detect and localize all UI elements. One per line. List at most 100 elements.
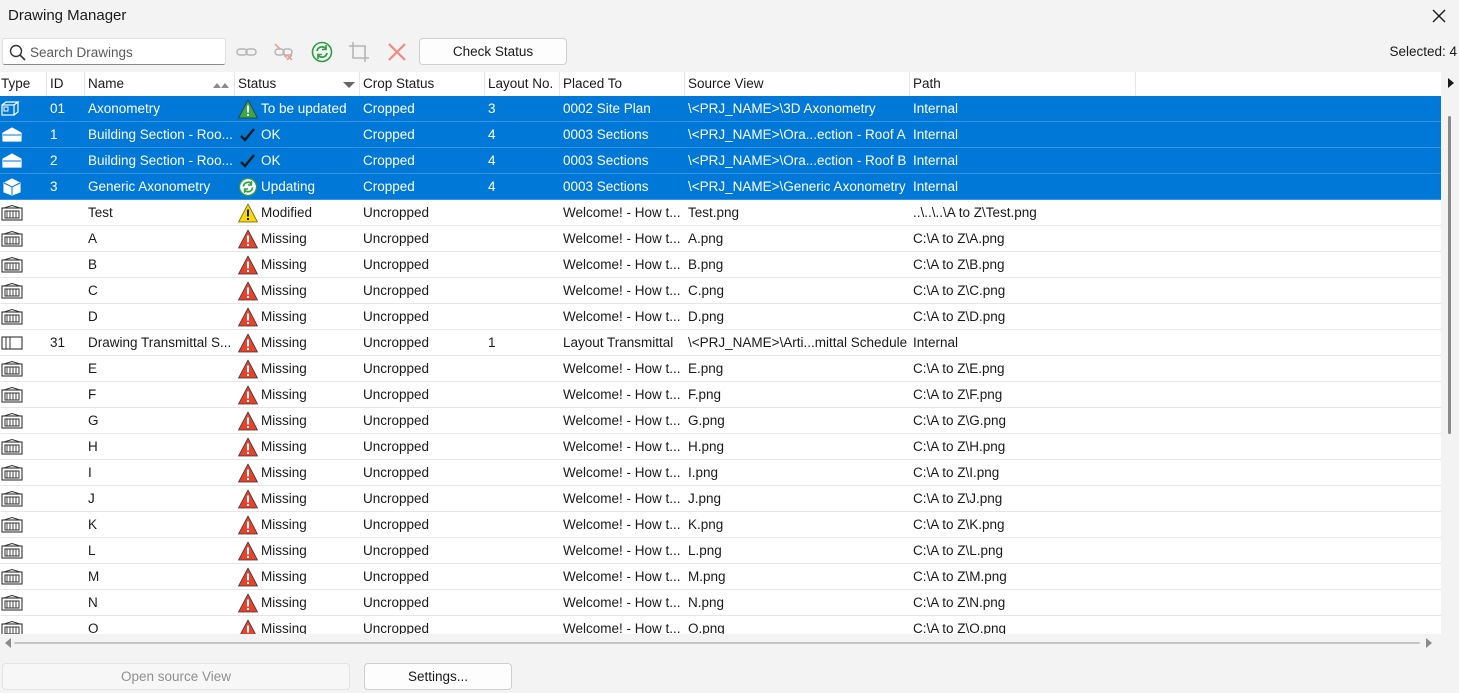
name-cell: C <box>88 283 98 298</box>
layout-no-cell <box>488 408 560 433</box>
placed-to-cell: Welcome! - How t... <box>563 205 681 220</box>
name-cell: F <box>88 387 97 402</box>
placed-to-cell: Welcome! - How t... <box>563 283 681 298</box>
source-view-cell: M.png <box>688 569 726 584</box>
table-row[interactable]: F Missing Uncropped Welcome! - How t... F.pn… <box>0 382 1441 408</box>
scroll-left-arrow-icon[interactable] <box>4 638 12 648</box>
crop-button[interactable] <box>347 40 371 64</box>
column-header-placed-to[interactable]: Placed To <box>560 72 685 96</box>
crop-status-cell: Uncropped <box>363 335 430 350</box>
layout-no-cell: 3 <box>488 101 496 116</box>
scroll-right-arrow-icon[interactable] <box>1448 78 1454 88</box>
table-row[interactable]: M Missing Uncropped Welcome! - How t... M.pn… <box>0 564 1441 590</box>
delete-button[interactable] <box>385 40 409 64</box>
path-cell: C:\A to Z\H.png <box>913 439 1006 454</box>
path-cell: C:\A to Z\L.png <box>913 543 1004 558</box>
open-source-view-button[interactable]: Open source View <box>2 663 350 690</box>
warning-red-icon <box>238 307 258 327</box>
path-cell: C:\A to Z\O.png <box>913 621 1007 634</box>
status-cell: Missing <box>238 330 360 355</box>
vertical-scrollbar[interactable] <box>1441 72 1459 634</box>
table-row[interactable]: 01 Axonometry To be updated Cropped 3 0002 Si… <box>0 96 1441 122</box>
path-cell: C:\A to Z\B.png <box>913 257 1005 272</box>
table-row[interactable]: G Missing Uncropped Welcome! - How t... G.pn… <box>0 408 1441 434</box>
type-cell <box>1 278 45 303</box>
crop-status-cell: Uncropped <box>363 231 430 246</box>
horizontal-scrollbar[interactable] <box>0 634 1441 652</box>
table-row[interactable]: K Missing Uncropped Welcome! - How t... K.pn… <box>0 512 1441 538</box>
placed-to-cell: Welcome! - How t... <box>563 569 681 584</box>
status-text: Missing <box>261 621 307 634</box>
column-label: Name <box>88 76 125 91</box>
table-row[interactable]: 1 Building Section - Roo... OK Cropped 4 0003… <box>0 122 1441 148</box>
warning-green-icon <box>238 99 258 119</box>
table-row[interactable]: L Missing Uncropped Welcome! - How t... L.pn… <box>0 538 1441 564</box>
column-header-source-view[interactable]: Source View <box>685 72 910 96</box>
table-row[interactable]: 2 Building Section - Roo... OK Cropped 4 0003… <box>0 148 1441 174</box>
status-cell: Missing <box>238 616 360 634</box>
status-cell: Missing <box>238 408 360 433</box>
id-cell: 01 <box>50 101 66 116</box>
name-cell: B <box>88 257 98 272</box>
name-cell: Generic Axonometry <box>88 179 211 194</box>
table-row[interactable]: H Missing Uncropped Welcome! - How t... H.pn… <box>0 434 1441 460</box>
column-header-status[interactable]: Status <box>235 72 360 96</box>
scroll-right-arrow-icon[interactable] <box>1425 638 1433 648</box>
path-cell: Internal <box>913 179 959 194</box>
status-cell: Missing <box>238 382 360 407</box>
status-cell: OK <box>238 148 360 173</box>
source-view-cell: N.png <box>688 595 725 610</box>
status-text: Missing <box>261 257 307 272</box>
status-text: Missing <box>261 309 307 324</box>
column-header-layout-no[interactable]: Layout No. <box>485 72 560 96</box>
id-cell <box>50 304 86 329</box>
unlink-button[interactable] <box>272 40 296 64</box>
table-row[interactable]: E Missing Uncropped Welcome! - How t... E.pn… <box>0 356 1441 382</box>
layout-no-cell: 4 <box>488 127 496 142</box>
status-text: Missing <box>261 413 307 428</box>
path-cell: C:\A to Z\I.png <box>913 465 1000 480</box>
table-row[interactable]: A Missing Uncropped Welcome! - How t... A.pn… <box>0 226 1441 252</box>
vertical-scroll-thumb[interactable] <box>1448 116 1451 434</box>
table-row[interactable]: O Missing Uncropped Welcome! - How t... O.pn… <box>0 616 1441 634</box>
id-cell: 31 <box>50 335 66 350</box>
search-box[interactable] <box>2 38 226 65</box>
table-row[interactable]: 31 Drawing Transmittal S... Missing Uncropp… <box>0 330 1441 356</box>
type-cell <box>1 304 45 329</box>
image-icon <box>1 594 23 615</box>
image-icon <box>1 282 23 303</box>
table-row[interactable]: D Missing Uncropped Welcome! - How t... D.pn… <box>0 304 1441 330</box>
table-row[interactable]: Test Modified Uncropped Welcome! - How t...… <box>0 200 1441 226</box>
horizontal-scroll-thumb[interactable] <box>14 642 1420 644</box>
search-icon <box>9 44 26 61</box>
drawing-manager-window: Drawing Manager Search Drawings Check St… <box>0 0 1459 693</box>
path-cell: Internal <box>913 127 959 142</box>
column-header-type[interactable]: Type <box>0 72 47 96</box>
column-header-name[interactable]: Name <box>85 72 235 96</box>
table-row[interactable]: B Missing Uncropped Welcome! - How t... B.pn… <box>0 252 1441 278</box>
type-cell <box>1 330 45 355</box>
type-cell <box>1 226 45 251</box>
placed-to-cell: Welcome! - How t... <box>563 465 681 480</box>
id-cell <box>50 200 86 225</box>
table-row[interactable]: 3 Generic Axonometry Updating Cropped 4 0003 … <box>0 174 1441 200</box>
column-header-crop-status[interactable]: Crop Status <box>360 72 485 96</box>
link-button[interactable] <box>235 40 259 64</box>
column-header-id[interactable]: ID <box>47 72 85 96</box>
table-row[interactable]: J Missing Uncropped Welcome! - How t... J.pn… <box>0 486 1441 512</box>
search-input[interactable] <box>30 42 220 62</box>
column-header-path[interactable]: Path <box>910 72 1136 96</box>
table-row[interactable]: N Missing Uncropped Welcome! - How t... N.pn… <box>0 590 1441 616</box>
status-text: Missing <box>261 569 307 584</box>
table-row[interactable]: C Missing Uncropped Welcome! - How t... C.pn… <box>0 278 1441 304</box>
refresh-button[interactable] <box>310 40 334 64</box>
settings-button[interactable]: Settings... <box>364 663 512 690</box>
close-button[interactable] <box>1427 5 1451 27</box>
crop-status-cell: Uncropped <box>363 413 430 428</box>
crop-status-cell: Uncropped <box>363 205 430 220</box>
image-icon <box>1 256 23 277</box>
name-cell: Test <box>88 205 113 220</box>
column-label: Layout No. <box>488 76 554 91</box>
check-status-button[interactable]: Check Status <box>419 38 567 65</box>
table-row[interactable]: I Missing Uncropped Welcome! - How t... I.pn… <box>0 460 1441 486</box>
